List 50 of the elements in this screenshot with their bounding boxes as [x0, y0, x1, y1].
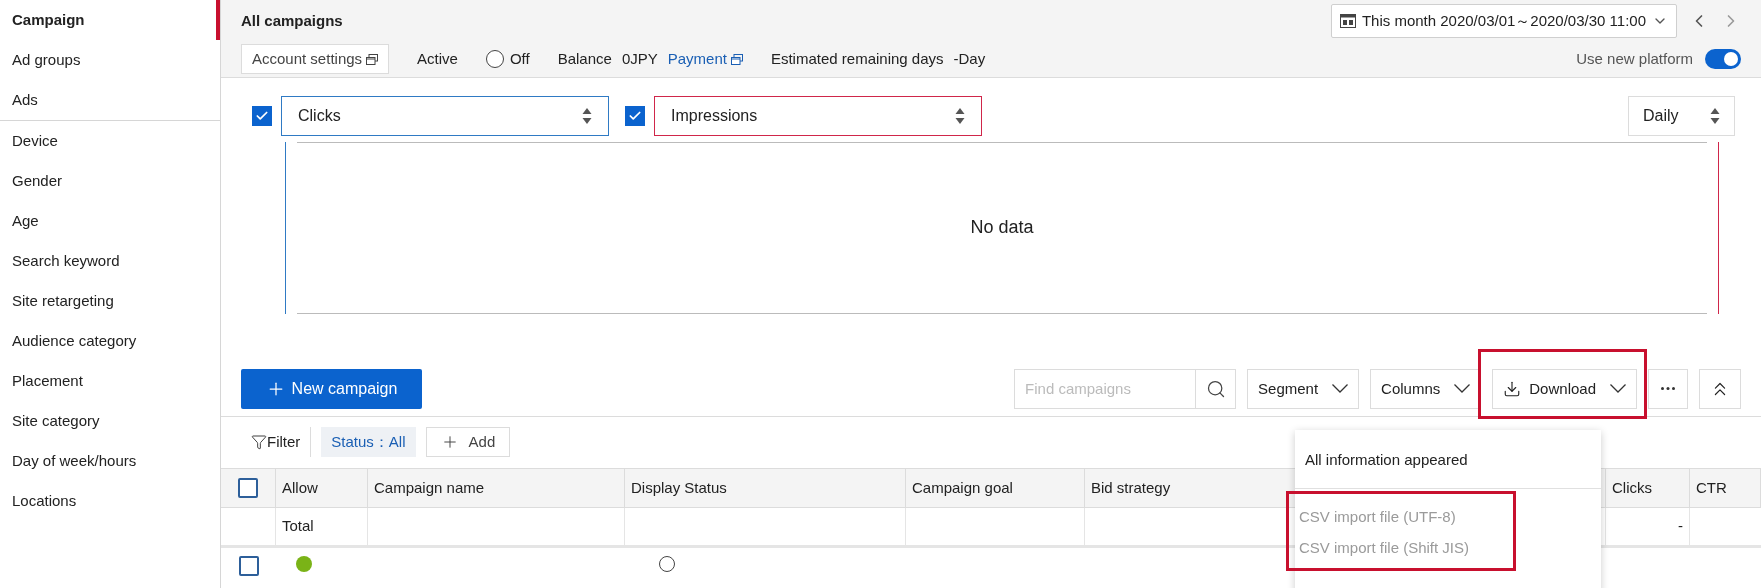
new-platform-toggle[interactable]	[1705, 49, 1741, 69]
sort-arrows-icon	[1710, 106, 1720, 125]
search-icon	[1205, 378, 1226, 399]
remaining-days-value: -Day	[953, 48, 986, 69]
metric-checkbox[interactable]	[252, 105, 272, 126]
row-checkbox[interactable]	[238, 556, 259, 576]
calendar-icon	[1339, 14, 1356, 28]
metric-select[interactable]: Clicks	[281, 95, 609, 136]
active-label: Active	[417, 48, 458, 69]
balance-value: 0JPY	[621, 48, 658, 69]
date-range-dropdown[interactable]: This month 2020/03/01～2020/03/30 11:00	[1330, 4, 1677, 38]
download-icon	[1503, 379, 1522, 398]
column-header[interactable]: CTR	[1690, 469, 1761, 507]
table-cell: -	[1606, 508, 1690, 545]
remaining-days-label: Estimated remaining days	[770, 48, 944, 69]
download-button[interactable]: Download	[1492, 368, 1637, 409]
window-restore-icon	[730, 53, 743, 65]
metric-select[interactable]: Impressions	[654, 95, 982, 136]
menu-button[interactable]: Segment	[1247, 368, 1360, 409]
payment-link[interactable]: Payment	[667, 47, 743, 71]
column-header[interactable]: Allow	[276, 469, 368, 507]
filter-chip[interactable]: Status：All	[321, 427, 416, 458]
filter-icon	[251, 434, 267, 451]
column-header[interactable]: Display Status	[625, 469, 906, 507]
metric-checkbox[interactable]	[625, 105, 645, 126]
balance-label: Balance	[557, 48, 612, 69]
chevron-down-icon	[1454, 384, 1471, 394]
off-radio[interactable]	[485, 50, 504, 68]
collapse-button[interactable]	[1699, 368, 1741, 409]
chevron-down-icon	[1610, 384, 1626, 394]
column-header[interactable]: Campaign name	[368, 469, 625, 507]
select-all-checkbox[interactable]	[238, 478, 258, 498]
sort-arrows-icon	[955, 106, 965, 125]
filter-button[interactable]: Filter	[251, 427, 312, 458]
sort-arrows-icon	[582, 106, 592, 125]
column-header[interactable]: Clicks	[1606, 469, 1690, 507]
new-platform-label: Use new platform	[1576, 48, 1693, 69]
more-icon	[1661, 387, 1675, 391]
empty-chart-message: No data	[970, 216, 1034, 240]
off-label: Off	[509, 48, 530, 69]
menu-item[interactable]: All information appeared	[1295, 440, 1601, 480]
page-title: All campaigns	[241, 10, 343, 31]
column-header[interactable]: Campaign goal	[906, 469, 1085, 507]
account-settings-button[interactable]: Account settings	[241, 44, 390, 74]
new-campaign-button[interactable]: New campaign	[241, 368, 422, 409]
add-filter-button[interactable]: Add	[425, 427, 511, 458]
window-restore-icon	[366, 53, 379, 65]
chevron-down-icon	[1332, 384, 1349, 394]
table-cell: Total	[276, 508, 368, 545]
interval-select[interactable]: Daily	[1628, 95, 1735, 136]
